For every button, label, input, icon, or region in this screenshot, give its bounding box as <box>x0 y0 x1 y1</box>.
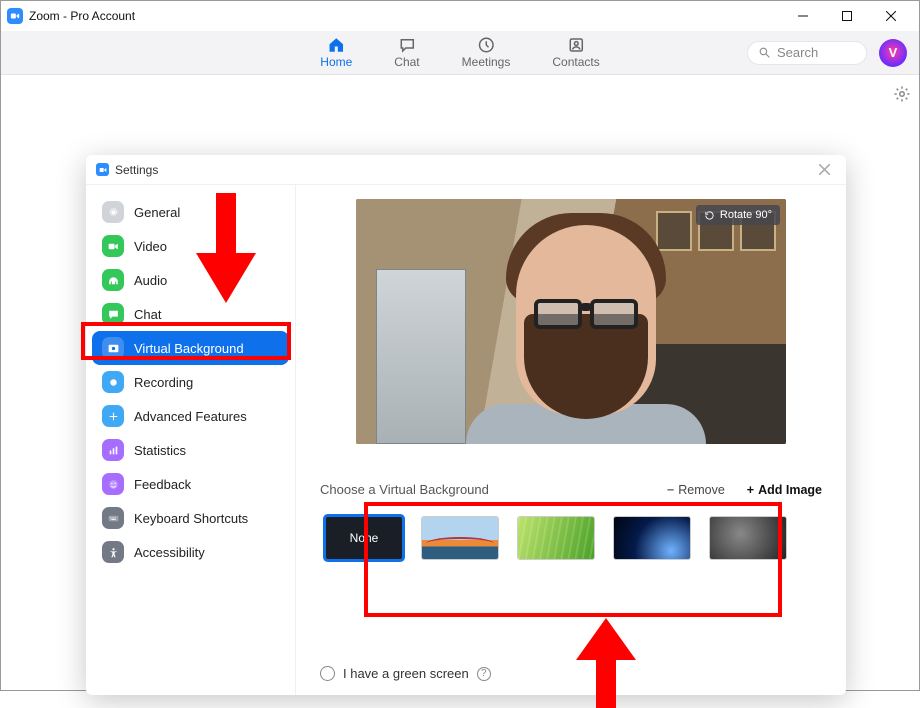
sidebar-item-label: General <box>134 205 180 220</box>
sidebar-item-statistics[interactable]: Statistics <box>92 433 289 467</box>
rotate-label: Rotate 90° <box>720 209 772 221</box>
sidebar-item-keyboard-shortcuts[interactable]: Keyboard Shortcuts <box>92 501 289 535</box>
background-option-space[interactable] <box>614 517 690 559</box>
gear-icon <box>102 201 124 223</box>
green-screen-checkbox[interactable] <box>320 666 335 681</box>
choose-background-row: Choose a Virtual Background −Remove +Add… <box>320 482 822 497</box>
keyboard-icon <box>102 507 124 529</box>
sidebar-item-video[interactable]: Video <box>92 229 289 263</box>
accessibility-icon <box>102 541 124 563</box>
sidebar-item-chat[interactable]: Chat <box>92 297 289 331</box>
choose-background-label: Choose a Virtual Background <box>320 482 489 497</box>
sidebar-item-label: Statistics <box>134 443 186 458</box>
nav-tab-meetings[interactable]: Meetings <box>462 36 511 69</box>
record-icon <box>102 371 124 393</box>
window-title: Zoom - Pro Account <box>29 9 135 23</box>
rotate-icon <box>704 210 715 221</box>
background-option-none[interactable]: None <box>326 517 402 559</box>
sidebar-item-accessibility[interactable]: Accessibility <box>92 535 289 569</box>
app-window: Zoom - Pro Account Home Chat Meetings Co… <box>0 0 920 691</box>
settings-close-button[interactable] <box>812 158 836 182</box>
sidebar-item-label: Accessibility <box>134 545 205 560</box>
background-option-bridge[interactable] <box>422 517 498 559</box>
search-input[interactable]: Search <box>747 41 867 65</box>
avatar[interactable]: V <box>879 39 907 67</box>
top-navigation: Home Chat Meetings Contacts Search V <box>1 31 919 75</box>
green-screen-row: I have a green screen ? <box>320 666 822 685</box>
nav-tab-chat[interactable]: Chat <box>394 36 419 69</box>
zoom-settings-icon <box>96 163 109 176</box>
info-icon[interactable]: ? <box>477 667 491 681</box>
sidebar-item-label: Feedback <box>134 477 191 492</box>
nav-label: Meetings <box>462 55 511 69</box>
title-bar: Zoom - Pro Account <box>1 1 919 31</box>
sidebar-item-virtual-background[interactable]: Virtual Background <box>92 331 289 365</box>
close-button[interactable] <box>869 2 913 30</box>
plus-icon <box>102 405 124 427</box>
nav-label: Chat <box>394 55 419 69</box>
maximize-button[interactable] <box>825 2 869 30</box>
add-image-button[interactable]: +Add Image <box>747 483 822 497</box>
nav-tab-home[interactable]: Home <box>320 36 352 69</box>
video-icon <box>102 235 124 257</box>
minimize-button[interactable] <box>781 2 825 30</box>
gear-icon[interactable] <box>893 85 911 106</box>
video-preview: Rotate 90° <box>356 199 786 444</box>
sidebar-item-label: Virtual Background <box>134 341 244 356</box>
sidebar-item-general[interactable]: General <box>92 195 289 229</box>
none-label: None <box>350 531 379 545</box>
main-area: Settings General Video <box>1 75 919 690</box>
background-thumbnails: None <box>320 509 822 567</box>
nav-label: Home <box>320 55 352 69</box>
zoom-app-icon <box>7 8 23 24</box>
remove-background-button[interactable]: −Remove <box>667 483 725 497</box>
nav-tab-contacts[interactable]: Contacts <box>552 36 599 69</box>
feedback-icon <box>102 473 124 495</box>
sidebar-item-label: Keyboard Shortcuts <box>134 511 248 526</box>
settings-content-pane: Rotate 90° Choose a Virtual Background −… <box>296 185 846 695</box>
sidebar-item-label: Recording <box>134 375 193 390</box>
nav-label: Contacts <box>552 55 599 69</box>
search-icon <box>758 46 771 59</box>
sidebar-item-recording[interactable]: Recording <box>92 365 289 399</box>
background-option-gray[interactable] <box>710 517 786 559</box>
sidebar-item-label: Audio <box>134 273 167 288</box>
green-screen-label: I have a green screen <box>343 666 469 681</box>
background-option-grass[interactable] <box>518 517 594 559</box>
sidebar-item-label: Advanced Features <box>134 409 247 424</box>
search-placeholder: Search <box>777 45 818 60</box>
chat-icon <box>102 303 124 325</box>
sidebar-item-advanced-features[interactable]: Advanced Features <box>92 399 289 433</box>
sidebar-item-label: Chat <box>134 307 161 322</box>
virtual-background-icon <box>102 337 124 359</box>
settings-dialog: Settings General Video <box>86 155 846 695</box>
sidebar-item-label: Video <box>134 239 167 254</box>
sidebar-item-feedback[interactable]: Feedback <box>92 467 289 501</box>
sidebar-item-audio[interactable]: Audio <box>92 263 289 297</box>
rotate-90-button[interactable]: Rotate 90° <box>696 205 780 225</box>
headphones-icon <box>102 269 124 291</box>
stats-icon <box>102 439 124 461</box>
settings-dialog-title: Settings <box>115 163 158 177</box>
settings-sidebar: General Video Audio Chat <box>86 185 296 695</box>
settings-dialog-header: Settings <box>86 155 846 185</box>
